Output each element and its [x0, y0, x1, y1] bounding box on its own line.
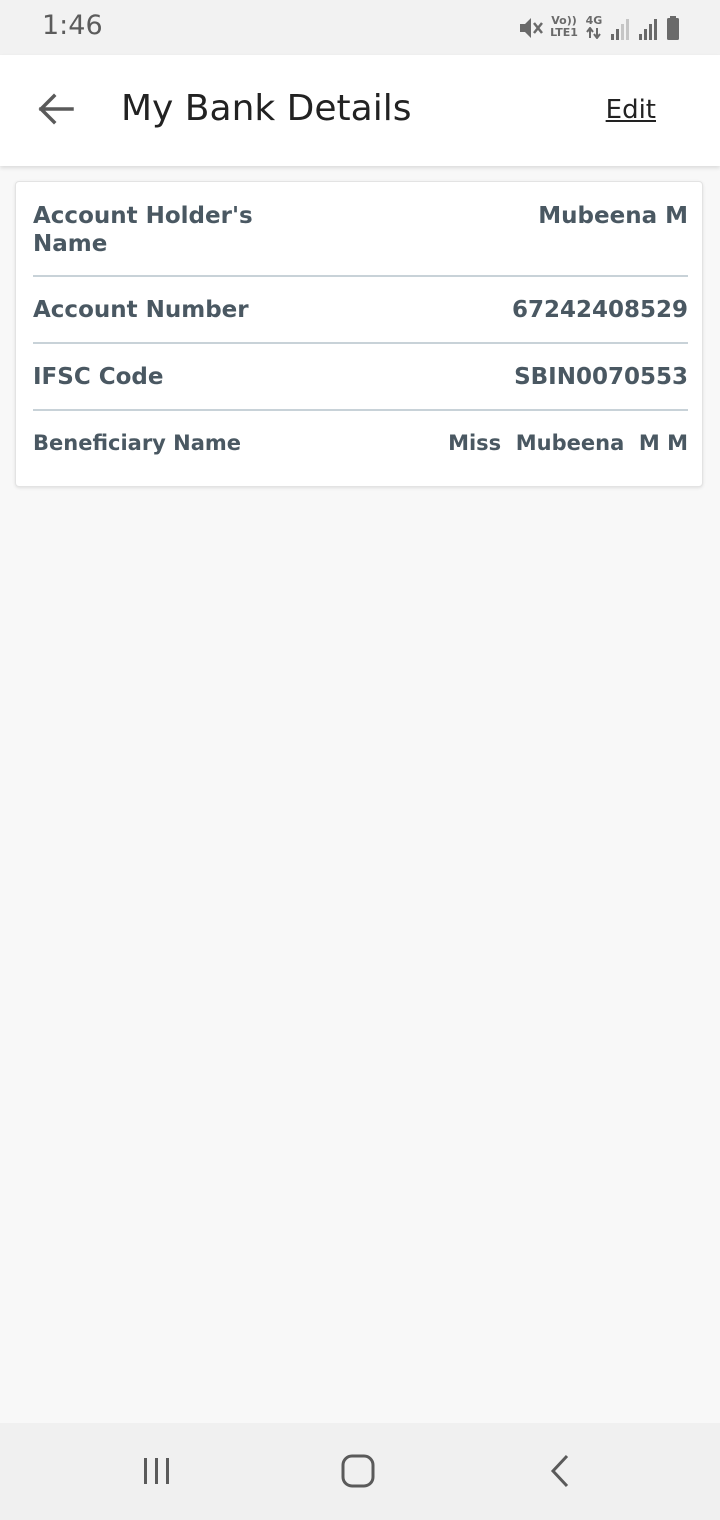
edit-button[interactable]: Edit: [606, 95, 656, 125]
data-arrows-icon: 4G: [584, 15, 604, 43]
beneficiary-name-label: Beneficiary Name: [33, 431, 242, 455]
system-back-button[interactable]: [530, 1445, 590, 1501]
row-divider: [33, 342, 688, 344]
recent-apps-icon: [141, 1456, 173, 1490]
row-divider: [33, 409, 688, 411]
back-button[interactable]: [30, 85, 82, 137]
home-button[interactable]: [328, 1445, 388, 1501]
signal-icon: [610, 14, 632, 42]
status-time: 1:46: [42, 10, 103, 41]
volte-bottom-text: LTE1: [550, 26, 578, 39]
home-icon: [341, 1454, 375, 1492]
mute-icon: [518, 14, 544, 42]
back-icon: [549, 1454, 571, 1492]
ifsc-code-label: IFSC Code: [33, 364, 164, 390]
status-icons: Vo)) LTE1 4G: [518, 13, 680, 43]
ifsc-code-value: SBIN0070553: [514, 364, 688, 390]
account-holder-label: Account Holder's Name: [33, 203, 253, 257]
detail-row-account-holder: Account Holder's Name Mubeena M: [33, 202, 688, 262]
row-divider: [33, 275, 688, 277]
signal-icon: [638, 14, 660, 42]
account-number-label: Account Number: [33, 297, 249, 323]
account-holder-value: Mubeena M: [538, 203, 688, 229]
battery-icon: [666, 14, 680, 42]
beneficiary-name-value: Miss Mubeena M M: [448, 431, 688, 455]
account-number-value: 67242408529: [511, 297, 688, 323]
detail-row-beneficiary-name: Beneficiary Name Miss Mubeena M M: [33, 429, 688, 459]
detail-row-account-number: Account Number 67242408529: [33, 296, 688, 326]
page-title: My Bank Details: [121, 88, 412, 129]
app-bar: My Bank Details Edit: [0, 55, 720, 166]
arrow-left-icon: [38, 93, 74, 129]
status-bar: 1:46 Vo)) LTE1 4G: [0, 0, 720, 55]
volte-icon: Vo)) LTE1: [550, 15, 578, 43]
recent-apps-button[interactable]: [127, 1445, 187, 1501]
network-type-text: 4G: [585, 14, 603, 27]
detail-row-ifsc-code: IFSC Code SBIN0070553: [33, 363, 688, 393]
bank-details-card: Account Holder's Name Mubeena M Account …: [15, 181, 703, 487]
navigation-bar: [0, 1423, 720, 1520]
